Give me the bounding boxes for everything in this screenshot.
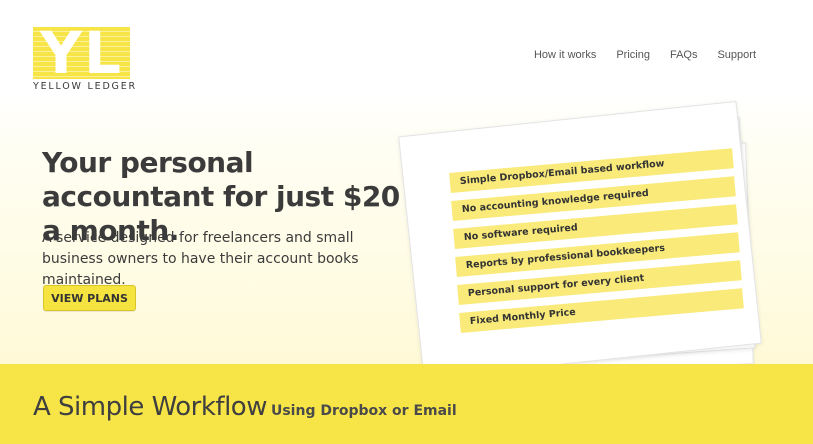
workflow-title-text: A Simple Workflow (33, 392, 267, 422)
workflow-title: A Simple Workflow Using Dropbox or Email (33, 392, 457, 422)
nav-pricing[interactable]: Pricing (616, 49, 650, 61)
nav-how-it-works[interactable]: How it works (534, 49, 596, 61)
main-nav: How it works Pricing FAQs Support (514, 49, 756, 61)
workflow-section: A Simple Workflow Using Dropbox or Email (0, 364, 813, 444)
workflow-subtitle: Using Dropbox or Email (270, 403, 457, 419)
logo-mark: YL (33, 27, 130, 79)
logo-letters: YL (40, 27, 123, 79)
hero-subtext: A service designed for freelancers and s… (42, 230, 359, 288)
view-plans-button[interactable]: VIEW PLANS (43, 285, 136, 311)
nav-support[interactable]: Support (717, 49, 756, 61)
logo-wordmark: YELLOW LEDGER (33, 81, 137, 92)
nav-faqs[interactable]: FAQs (670, 49, 698, 61)
logo[interactable]: YL YELLOW LEDGER (33, 27, 137, 92)
